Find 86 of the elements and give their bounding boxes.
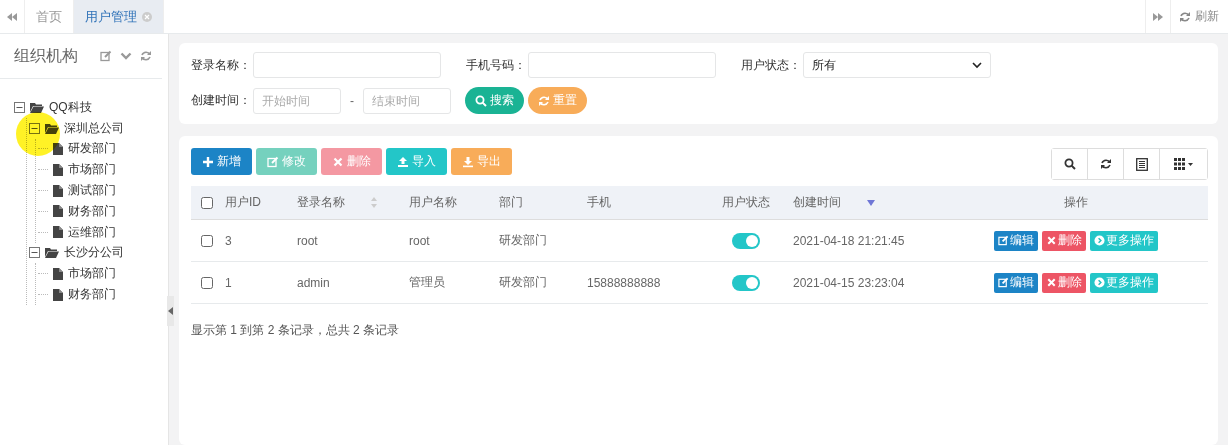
chevron-down-icon	[972, 60, 982, 70]
refresh-icon	[1179, 10, 1191, 23]
table-cell: 1	[225, 275, 232, 290]
tree-item[interactable]: 研发部门	[68, 140, 116, 158]
add-button[interactable]: 新增	[191, 148, 252, 175]
refresh-icon	[538, 94, 550, 107]
table-cell: 2021-04-15 23:23:04	[793, 275, 905, 290]
refresh-icon	[1099, 158, 1112, 170]
tree-item[interactable]: 财务部门	[68, 202, 116, 220]
grid-icon	[1173, 158, 1194, 170]
file-icon	[53, 163, 63, 176]
sidebar-collapse-handle[interactable]	[167, 296, 174, 326]
table-cell: 研发部门	[499, 275, 547, 289]
input-field[interactable]	[528, 52, 716, 78]
date-field[interactable]: 结束时间	[363, 87, 451, 114]
folder-icon	[45, 247, 59, 259]
tree-item[interactable]: 测试部门	[68, 182, 116, 200]
cross-icon	[1046, 235, 1057, 246]
pencil-icon	[998, 277, 1009, 288]
cross-icon	[1046, 277, 1057, 288]
tab[interactable]: 用户管理	[74, 0, 164, 33]
file-icon	[53, 184, 63, 197]
input-field[interactable]	[253, 52, 441, 78]
tree-item[interactable]: 财务部门	[68, 286, 116, 304]
file-icon	[53, 288, 63, 301]
column-header[interactable]: 创建时间	[793, 194, 841, 211]
table-cell: 3	[225, 233, 232, 248]
upload-icon	[397, 155, 409, 168]
collapse-icon[interactable]	[14, 101, 25, 113]
table-cell: root	[409, 233, 430, 248]
column-header[interactable]: 操作	[1064, 194, 1088, 211]
chevron-down-icon[interactable]	[120, 50, 132, 62]
tree-item[interactable]: 深圳总公司	[64, 119, 124, 137]
search-icon	[1063, 158, 1076, 170]
file-icon	[53, 226, 63, 239]
file-icon	[53, 205, 63, 218]
column-header[interactable]: 部门	[499, 194, 523, 211]
field-label: 登录名称：	[191, 56, 251, 74]
cross-icon	[332, 155, 344, 168]
download-icon	[462, 155, 474, 168]
refresh-button[interactable]: 刷新	[1170, 0, 1228, 33]
tree-item[interactable]: 市场部门	[68, 161, 116, 179]
pencil-icon	[267, 155, 279, 168]
table-cell: root	[297, 233, 318, 248]
double-left-icon	[7, 11, 17, 22]
collapse-icon[interactable]	[29, 247, 40, 259]
edit-button[interactable]: 编辑	[994, 272, 1038, 293]
pencil-icon[interactable]	[100, 50, 112, 62]
column-header[interactable]: 手机	[587, 194, 611, 211]
refresh-icon[interactable]	[140, 50, 152, 62]
checkbox[interactable]	[201, 276, 213, 289]
date-field[interactable]: 开始时间	[253, 87, 341, 114]
table-cell: 管理员	[409, 275, 445, 289]
folder-icon	[30, 101, 44, 113]
chevron-circle-icon	[1094, 277, 1105, 288]
remove-button[interactable]: 删除	[1042, 272, 1086, 293]
status-select[interactable]: 所有	[803, 52, 991, 78]
tree-item[interactable]: QQ科技	[49, 98, 92, 116]
file-icon	[53, 267, 63, 280]
tree-item[interactable]: 运维部门	[68, 223, 116, 241]
tree-item[interactable]: 市场部门	[68, 265, 116, 283]
sidebar-title: 组织机构	[14, 45, 78, 66]
field-label: 用户状态：	[741, 56, 801, 74]
list-icon	[1135, 157, 1148, 171]
search-button[interactable]	[1052, 149, 1088, 179]
pagination-info: 显示第 1 到第 2 条记录，总共 2 条记录	[191, 322, 401, 339]
chevron-circle-icon	[1094, 235, 1105, 246]
checkbox[interactable]	[201, 196, 213, 209]
remove-button[interactable]: 删除	[1042, 230, 1086, 251]
plus-icon	[202, 155, 214, 168]
toggle-switch[interactable]	[732, 232, 760, 249]
range-separator: -	[350, 93, 354, 108]
field-label: 手机号码：	[466, 56, 526, 74]
checkbox[interactable]	[201, 234, 213, 247]
double-right-icon	[1153, 11, 1163, 22]
table-cell: 15888888888	[587, 275, 661, 290]
pencil-icon	[998, 235, 1009, 246]
sort-descending-icon[interactable]	[867, 199, 875, 206]
tree-item[interactable]: 长沙分公司	[64, 244, 124, 262]
edit-button[interactable]: 编辑	[994, 230, 1038, 251]
search-icon	[475, 94, 487, 107]
table-cell: 研发部门	[499, 233, 547, 247]
table-cell: 2021-04-18 21:21:45	[793, 233, 905, 248]
table-cell: admin	[297, 275, 330, 290]
toggle-switch[interactable]	[732, 274, 760, 291]
field-label: 创建时间：	[191, 92, 251, 109]
